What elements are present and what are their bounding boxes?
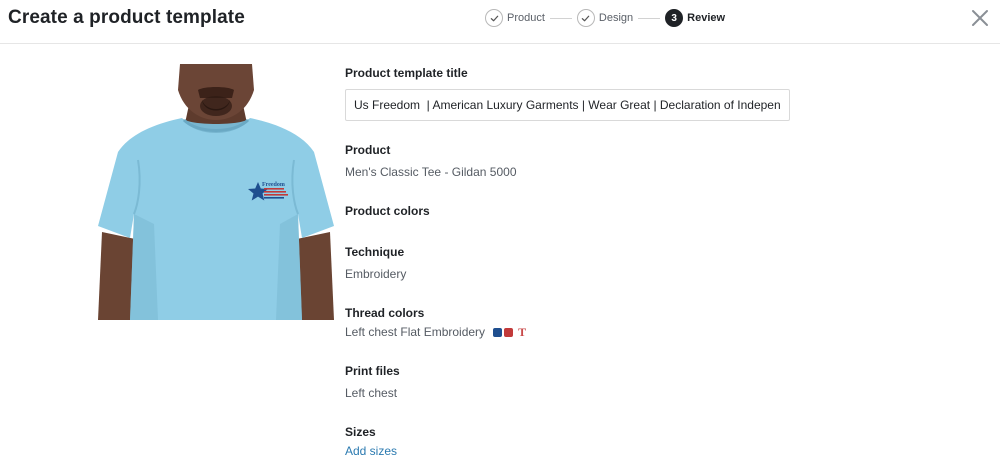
product-value: Men's Classic Tee - Gildan 5000 [345, 165, 517, 179]
check-icon [485, 9, 503, 27]
page-title: Create a product template [8, 7, 245, 28]
close-icon [972, 10, 988, 26]
step-label-review: Review [687, 12, 726, 24]
thread-colors-value: Left chest Flat Embroidery [345, 325, 486, 339]
step-label-design: Design [598, 12, 634, 24]
technique-value: Embroidery [345, 267, 407, 281]
product-preview-image: Freedom [98, 64, 334, 320]
step-label-product: Product [507, 12, 545, 24]
step-connector [549, 17, 572, 19]
text-icon: T [518, 325, 527, 339]
thread-swatch-red [504, 327, 514, 337]
step-review[interactable]: 3 Review [665, 9, 725, 27]
check-icon [576, 9, 595, 27]
progress-stepper: Product Design 3 Review [485, 8, 725, 28]
close-button[interactable] [970, 8, 990, 28]
sizes-label: Sizes [345, 425, 376, 439]
product-template-title-input[interactable] [345, 89, 790, 121]
technique-label: Technique [345, 245, 405, 259]
step-connector [638, 17, 661, 19]
thread-colors-label: Thread colors [345, 306, 425, 320]
thread-swatch-blue [493, 327, 503, 337]
product-colors-label: Product colors [345, 204, 430, 218]
print-files-label: Print files [345, 364, 400, 378]
product-label: Product [345, 143, 391, 157]
print-files-value: Left chest [345, 386, 398, 400]
thread-colors-row: Left chest Flat Embroidery T [345, 325, 526, 339]
thread-swatches: T [493, 326, 526, 338]
add-sizes-link[interactable]: Add sizes [345, 444, 397, 458]
modal-header: Create a product template Product Design… [0, 0, 1000, 44]
title-label: Product template title [345, 66, 468, 80]
step-design[interactable]: Design [576, 9, 634, 27]
step-number-badge: 3 [665, 9, 684, 27]
embroidery-text: Freedom [262, 182, 285, 188]
step-product[interactable]: Product [485, 9, 545, 27]
